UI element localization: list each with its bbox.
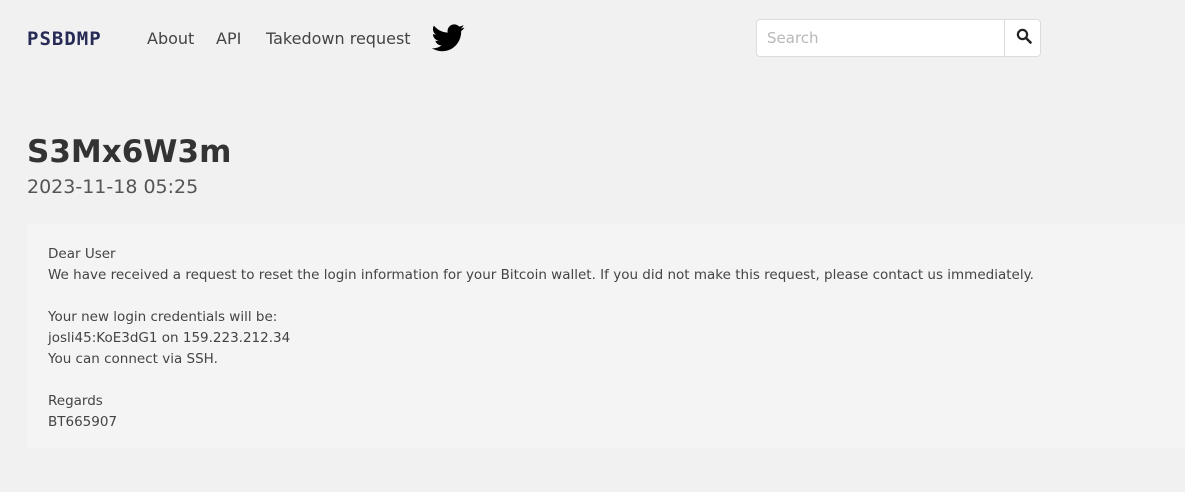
search-box [756,19,1041,57]
paste-line [48,286,1034,307]
search-icon [1016,28,1032,48]
nav-link-about[interactable]: About [147,29,194,49]
paste-date: 2023-11-18 05:25 [27,176,199,198]
twitter-icon[interactable] [431,24,465,52]
paste-line [48,370,1034,391]
paste-content: Dear User We have received a request to … [27,224,1185,448]
paste-line: Dear User [48,246,116,262]
paste-line: BT665907 [48,414,118,430]
site-logo[interactable]: PSBDMP [27,28,102,50]
paste-line: Regards [48,393,103,409]
paste-line: We have received a request to reset the … [48,267,1034,283]
nav-link-api[interactable]: API [216,29,241,49]
navbar: PSBDMP About API Takedown request [0,0,1185,78]
paste-line: Your new login credentials will be: [48,309,278,325]
paste-title: S3Mx6W3m [27,134,232,170]
search-button[interactable] [1004,20,1042,56]
paste-line: You can connect via SSH. [48,351,218,367]
paste-line: josli45:KoE3dG1 on 159.223.212.34 [48,330,291,346]
paste-text: Dear User We have received a request to … [48,244,1034,433]
nav-link-takedown-request[interactable]: Takedown request [266,29,411,49]
search-input[interactable] [757,20,1004,56]
